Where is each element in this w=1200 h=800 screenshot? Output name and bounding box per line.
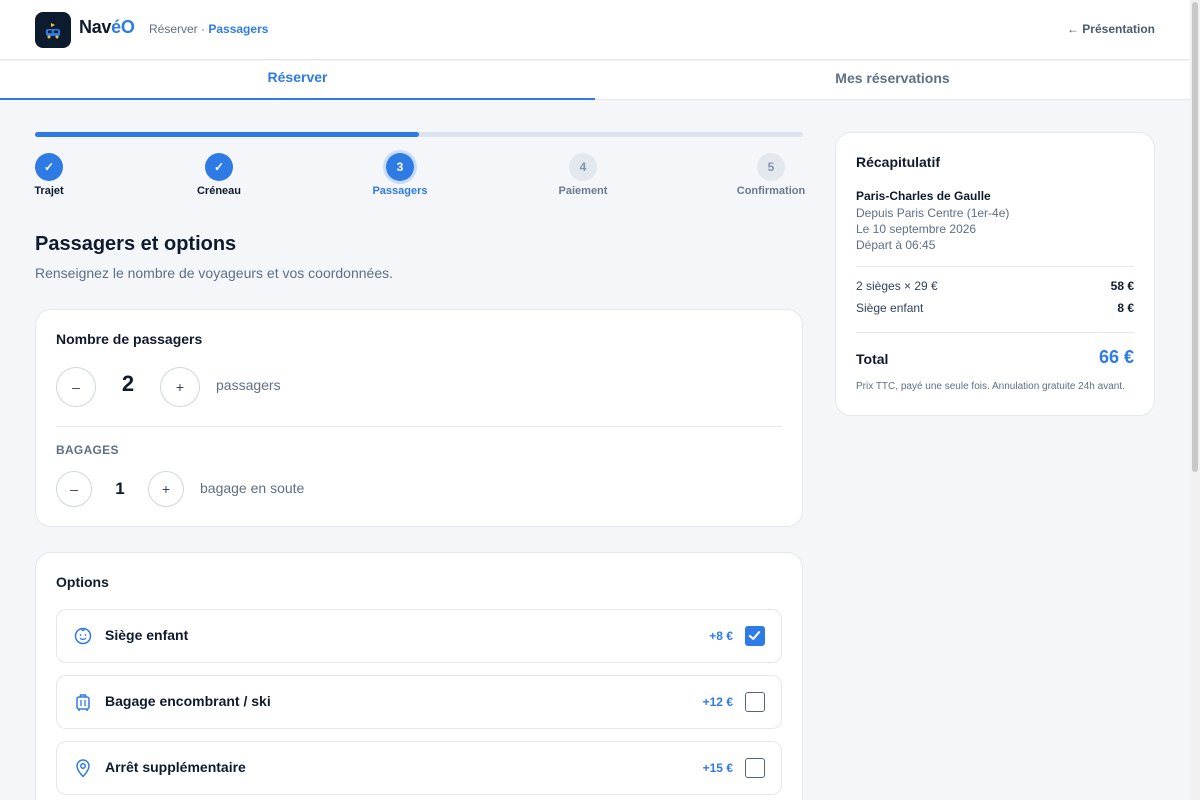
step-passagers[interactable]: 3 Passagers bbox=[350, 153, 450, 197]
booking-progress-bar bbox=[35, 132, 803, 137]
passengers-increment-button[interactable]: + bbox=[160, 367, 200, 407]
breadcrumb-separator: · bbox=[197, 22, 209, 36]
option-checkbox[interactable] bbox=[745, 626, 765, 646]
brand-name-accent: éO bbox=[111, 17, 135, 37]
luggage-decrement-button[interactable]: – bbox=[56, 471, 92, 507]
card-divider bbox=[56, 426, 782, 427]
step-indicator: ✓ bbox=[35, 153, 63, 181]
summary-price-note: Prix TTC, payé une seule fois. Annulatio… bbox=[856, 381, 1125, 392]
step-label: Confirmation bbox=[736, 185, 806, 197]
breadcrumb-current: Passagers bbox=[208, 22, 269, 36]
option-label: Siège enfant bbox=[105, 627, 189, 643]
passengers-decrement-button[interactable]: – bbox=[56, 367, 96, 407]
option-label: Bagage encombrant / ski bbox=[105, 693, 271, 709]
option-checkbox[interactable] bbox=[745, 758, 765, 778]
brand-name: NavéO bbox=[79, 17, 135, 38]
option-price: +12 € bbox=[702, 695, 733, 709]
bus-icon bbox=[46, 23, 60, 39]
summary-destination: Paris-Charles de Gaulle bbox=[856, 189, 991, 203]
app-logo[interactable] bbox=[35, 12, 71, 48]
step-creneau[interactable]: ✓ Créneau bbox=[169, 153, 269, 197]
main-tabs: Réserver Mes réservations bbox=[0, 61, 1190, 100]
luggage-icon bbox=[76, 694, 90, 711]
step-indicator: 3 bbox=[386, 153, 414, 181]
step-indicator: 4 bbox=[569, 153, 597, 181]
step-trajet[interactable]: ✓ Trajet bbox=[0, 153, 99, 197]
summary-divider bbox=[856, 266, 1134, 267]
option-price: +15 € bbox=[702, 761, 733, 775]
summary-total-amount: 66 € bbox=[1098, 347, 1134, 367]
passengers-count: 2 bbox=[121, 371, 135, 396]
booking-progress-fill bbox=[35, 132, 419, 137]
summary-origin: Depuis Paris Centre (1er-4e) bbox=[856, 206, 1010, 220]
options-card: Options Siège enfant +8 € Bagage encombr… bbox=[35, 552, 803, 800]
passengers-unit-label: passagers bbox=[216, 377, 281, 393]
step-indicator: ✓ bbox=[205, 153, 233, 181]
summary-line-label: Siège enfant bbox=[856, 301, 924, 315]
option-siege-enfant[interactable]: Siège enfant +8 € bbox=[56, 609, 782, 663]
options-card-title: Options bbox=[56, 574, 109, 590]
step-label: Passagers bbox=[372, 185, 428, 197]
top-bar: NavéO Réserver · Passagers ← Présentatio… bbox=[0, 0, 1190, 60]
summary-total-label: Total bbox=[856, 351, 889, 367]
page-scrollbar[interactable] bbox=[1190, 0, 1200, 800]
summary-date: Le 10 septembre 2026 bbox=[856, 222, 977, 236]
passengers-card-title: Nombre de passagers bbox=[56, 331, 203, 347]
option-checkbox[interactable] bbox=[745, 692, 765, 712]
brand-name-main: Nav bbox=[79, 17, 112, 37]
back-to-presentation-link[interactable]: ← Présentation bbox=[1067, 22, 1155, 36]
step-label: Créneau bbox=[196, 185, 242, 197]
baby-face-icon bbox=[74, 627, 92, 645]
step-paiement: 4 Paiement bbox=[533, 153, 633, 197]
breadcrumb: Réserver · Passagers bbox=[149, 22, 268, 36]
passengers-card: Nombre de passagers – 2 + passagers BAGA… bbox=[35, 309, 803, 527]
location-pin-icon bbox=[76, 759, 90, 778]
step-indicator: 5 bbox=[757, 153, 785, 181]
option-arret-supplementaire[interactable]: Arrêt supplémentaire +15 € bbox=[56, 741, 782, 795]
summary-line-label: 2 sièges × 29 € bbox=[856, 279, 938, 293]
page-title: Passagers et options bbox=[35, 233, 237, 255]
summary-title: Récapitulatif bbox=[856, 154, 941, 170]
summary-divider bbox=[856, 332, 1134, 333]
tab-reserver[interactable]: Réserver bbox=[0, 61, 595, 100]
option-label: Arrêt supplémentaire bbox=[105, 759, 246, 775]
page-subtitle: Renseignez le nombre de voyageurs et vos… bbox=[35, 265, 393, 281]
luggage-count: 1 bbox=[115, 479, 125, 498]
luggage-increment-button[interactable]: + bbox=[148, 471, 184, 507]
summary-line-amount: 58 € bbox=[1110, 279, 1134, 293]
step-label: Trajet bbox=[34, 185, 64, 197]
luggage-unit-label: bagage en soute bbox=[200, 480, 305, 496]
scrollbar-thumb[interactable] bbox=[1192, 2, 1198, 472]
step-confirmation: 5 Confirmation bbox=[721, 153, 821, 197]
summary-line-amount: 8 € bbox=[1117, 301, 1134, 315]
summary-departure-time: Départ à 06:45 bbox=[856, 238, 936, 252]
luggage-section-label: BAGAGES bbox=[56, 443, 119, 457]
option-price: +8 € bbox=[709, 629, 733, 643]
breadcrumb-root[interactable]: Réserver bbox=[149, 22, 198, 36]
option-bagage-encombrant[interactable]: Bagage encombrant / ski +12 € bbox=[56, 675, 782, 729]
tab-mes-reservations[interactable]: Mes réservations bbox=[595, 61, 1190, 100]
step-label: Paiement bbox=[558, 185, 608, 197]
summary-card: Récapitulatif Paris-Charles de Gaulle De… bbox=[835, 132, 1155, 416]
checkmark-icon bbox=[748, 631, 761, 640]
